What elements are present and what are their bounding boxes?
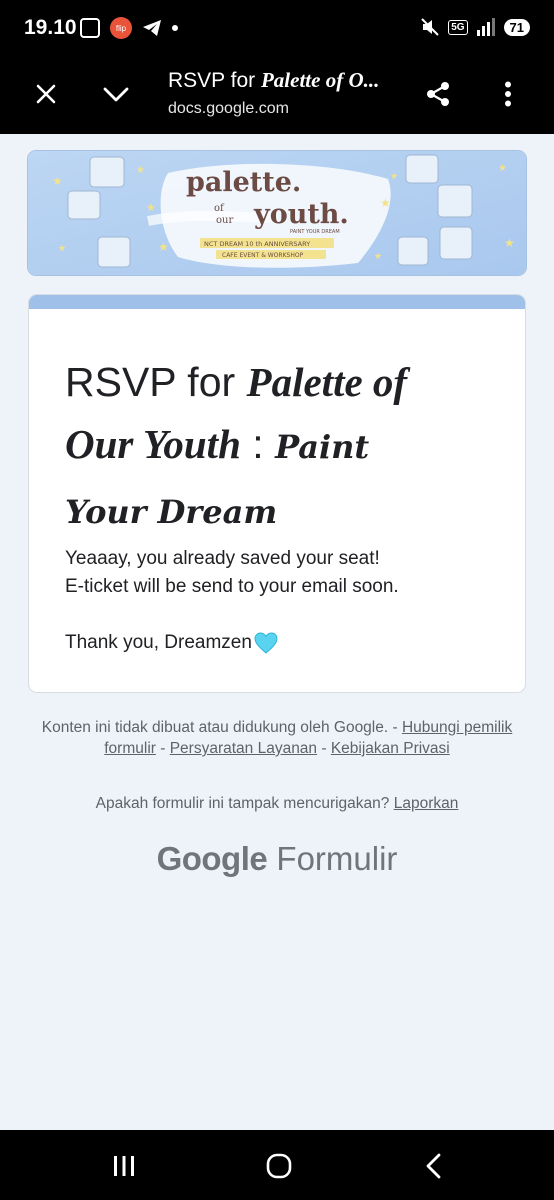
svg-text:★: ★ [498, 163, 507, 174]
confirmation-message: Yeaaay, you already saved your seat! E-t… [65, 545, 495, 601]
response-card: RSVP for Palette of Our Youth : Paint Your… [28, 294, 526, 693]
back-icon [426, 1153, 441, 1179]
notification-dot-icon [172, 25, 178, 31]
thanks-text: Thank you, Dreamzen [65, 632, 252, 653]
status-bar: 19.10 flip 5G 71 [0, 0, 554, 56]
svg-text:★: ★ [390, 171, 398, 181]
confirmation-line-1: Yeaaay, you already saved your seat! [65, 548, 380, 569]
svg-text:★: ★ [136, 165, 145, 176]
more-options-button[interactable] [484, 70, 532, 118]
form-title: RSVP for Palette of Our Youth : Paint Your… [65, 351, 495, 543]
form-title-plain: RSVP for [65, 359, 247, 405]
share-icon [427, 82, 449, 106]
form-title-serif-1: Palette of [246, 359, 408, 405]
footer-disclaimer: Konten ini tidak dibuat atau didukung ol… [40, 717, 514, 759]
terms-link[interactable]: Persyaratan Layanan [170, 740, 317, 757]
page-title-italic: Palette of O... [260, 68, 380, 92]
banner-word-of: of [214, 203, 225, 214]
banner-word-palette: palette. [186, 167, 301, 198]
page-title-plain: RSVP for [168, 69, 261, 92]
chevron-down-icon [103, 87, 129, 102]
battery-level: 71 [503, 18, 530, 36]
close-icon [36, 84, 56, 104]
privacy-link[interactable]: Kebijakan Privasi [331, 740, 450, 757]
form-title-serif-2: Our Youth [65, 421, 241, 467]
separator: - [155, 740, 170, 757]
brand-product: Formulir [276, 840, 398, 877]
custom-tab-toolbar: RSVP for Palette of O... docs.google.com [0, 56, 554, 134]
form-title-script-1: Paint [275, 428, 370, 466]
network-type: 5G [448, 19, 468, 35]
svg-text:★: ★ [58, 243, 66, 253]
banner-word-youth: youth. [253, 199, 349, 230]
banner-line-2: CAFE EVENT & WORKSHOP [222, 252, 304, 259]
google-forms-logo[interactable]: Google Formulir [0, 840, 554, 878]
back-button[interactable] [404, 1144, 464, 1188]
confirmation-line-2: E-ticket will be send to your email soon… [65, 576, 399, 597]
disclaimer-text: Konten ini tidak dibuat atau didukung ol… [41, 719, 389, 736]
banner-artwork: ★ ★ ★ ★ ★ ★ ★ ★ ★ ★ palette. of our yout… [28, 151, 526, 275]
heart-icon [254, 632, 278, 654]
form-header-banner: ★ ★ ★ ★ ★ ★ ★ ★ ★ ★ palette. of our yout… [27, 150, 527, 276]
recents-icon [114, 1156, 134, 1176]
status-time: 19.10 [24, 16, 77, 39]
home-icon [266, 1153, 292, 1179]
svg-text:★: ★ [158, 240, 169, 254]
telegram-icon [143, 20, 161, 36]
signal-icon [476, 18, 495, 36]
svg-text:★: ★ [380, 196, 391, 210]
mute-icon [421, 18, 439, 36]
more-vert-icon [505, 81, 511, 107]
flip-app-icon: flip [110, 17, 132, 39]
form-title-script-2: Your Dream [65, 493, 278, 531]
system-nav-bar [0, 1130, 554, 1200]
svg-text:★: ★ [504, 236, 515, 250]
share-button[interactable] [414, 70, 462, 118]
home-button[interactable] [249, 1144, 309, 1188]
card-accent-bar [29, 295, 525, 309]
status-left-icons: flip [80, 17, 178, 39]
banner-word-our: our [216, 215, 233, 226]
report-link[interactable]: Laporkan [394, 795, 459, 812]
form-title-colon: : [240, 421, 276, 467]
separator: - [388, 719, 402, 736]
banner-tagline: PAINT YOUR DREAM [290, 229, 340, 235]
report-abuse: Apakah formulir ini tampak mencurigakan?… [40, 795, 514, 813]
banner-line-1: NCT DREAM 10 th ANNIVERSARY [204, 240, 310, 248]
svg-text:★: ★ [52, 174, 63, 188]
thanks-message: Thank you, Dreamzen [65, 632, 278, 654]
recents-button[interactable] [94, 1144, 154, 1188]
page-url: docs.google.com [168, 100, 289, 117]
minimize-button[interactable] [92, 70, 140, 118]
brand-google: Google [156, 840, 268, 877]
status-right-icons: 5G 71 [420, 17, 530, 37]
separator: - [317, 740, 331, 757]
screenshot-icon [80, 18, 100, 38]
close-button[interactable] [22, 70, 70, 118]
report-question: Apakah formulir ini tampak mencurigakan? [95, 795, 390, 812]
page-title: RSVP for Palette of O... [168, 68, 388, 93]
svg-text:★: ★ [146, 202, 156, 214]
svg-text:★: ★ [374, 251, 382, 261]
